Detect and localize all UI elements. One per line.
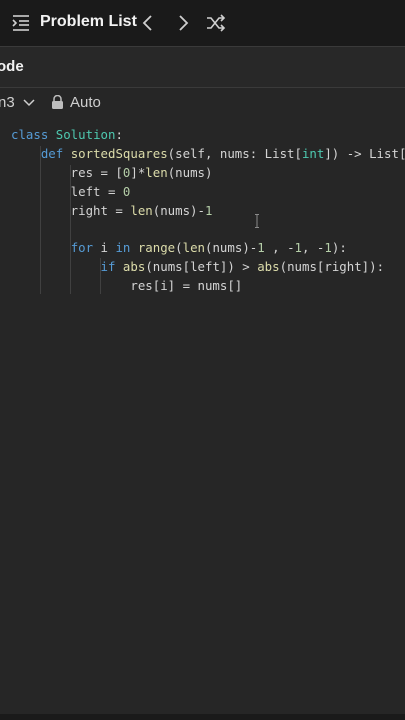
code-token: 1 [294, 240, 303, 256]
list-icon[interactable] [12, 14, 30, 32]
code-token: : [115, 127, 123, 142]
code-token: left = [11, 183, 123, 199]
code-token: len [130, 202, 153, 218]
editor-toolbar: n3 Auto [0, 88, 405, 118]
code-token: def [40, 145, 71, 161]
chevron-down-icon[interactable] [23, 97, 35, 109]
code-token: res[i] = nums[] [11, 278, 243, 294]
code-token: (nums) [167, 164, 213, 180]
code-line[interactable]: left = 0 [11, 183, 405, 202]
code-token: ( [175, 240, 183, 256]
language-selector[interactable]: n3 [0, 94, 15, 111]
code-token: Solution [55, 127, 116, 142]
code-token: ]) -> List[ [324, 145, 405, 161]
code-token: sortedSquares [70, 145, 168, 161]
code-token: right = [11, 202, 131, 218]
code-token: (nums[left]) > [145, 259, 258, 275]
code-panel-title: ode [0, 58, 24, 75]
code-line[interactable]: if abs(nums[left]) > abs(nums[right]): [11, 258, 405, 277]
code-token: abs [122, 259, 146, 275]
chevron-right-icon[interactable] [173, 13, 193, 33]
chevron-left-icon[interactable] [138, 13, 158, 33]
code-token: if [100, 259, 123, 275]
code-line[interactable]: right = len(nums)-1 [11, 202, 405, 221]
code-line[interactable]: for i in range(len(nums)-1 , -1, -1): [11, 239, 405, 258]
code-token: , - [302, 240, 325, 256]
code-token: , - [264, 240, 295, 256]
shuffle-icon[interactable] [206, 13, 226, 33]
code-token: (nums)- [205, 240, 258, 256]
code-token: for [70, 240, 101, 256]
code-panel-header: ode [0, 47, 405, 87]
code-token: i [100, 240, 116, 256]
code-line[interactable]: res = [0]*len(nums) [11, 164, 405, 183]
code-text[interactable]: class Solution: def sortedSquares(self, … [11, 126, 405, 296]
code-editor[interactable]: class Solution: def sortedSquares(self, … [0, 118, 405, 714]
code-token: len [182, 240, 206, 256]
code-token: abs [257, 259, 280, 275]
code-token: (nums)- [152, 202, 205, 218]
code-line[interactable]: def sortedSquares(self, nums: List[int])… [11, 145, 405, 164]
code-token: 1 [257, 240, 265, 256]
code-token: 0 [122, 183, 131, 199]
code-token: 1 [324, 240, 332, 256]
code-token: len [145, 164, 168, 180]
code-token: (self, nums: List[ [167, 145, 302, 161]
code-line[interactable] [11, 220, 405, 239]
problem-list-link[interactable]: Problem List [40, 13, 137, 31]
code-line[interactable]: res[i] = nums[] [11, 277, 405, 296]
code-token: 1 [204, 202, 213, 218]
code-token: ): [331, 240, 347, 256]
code-token: class [11, 127, 56, 142]
bottom-bar [0, 714, 405, 720]
top-bar: Problem List [0, 0, 405, 46]
code-token: int [301, 145, 325, 161]
code-line[interactable]: class Solution: [11, 126, 405, 145]
code-token: range [137, 240, 176, 256]
text-cursor-icon [255, 214, 259, 228]
lock-icon [52, 95, 63, 109]
code-token: ]* [130, 164, 146, 180]
code-token: (nums[right]): [279, 259, 385, 275]
code-token: res = [ [11, 164, 123, 180]
code-token: in [115, 240, 138, 256]
auto-mode-label[interactable]: Auto [70, 94, 101, 111]
